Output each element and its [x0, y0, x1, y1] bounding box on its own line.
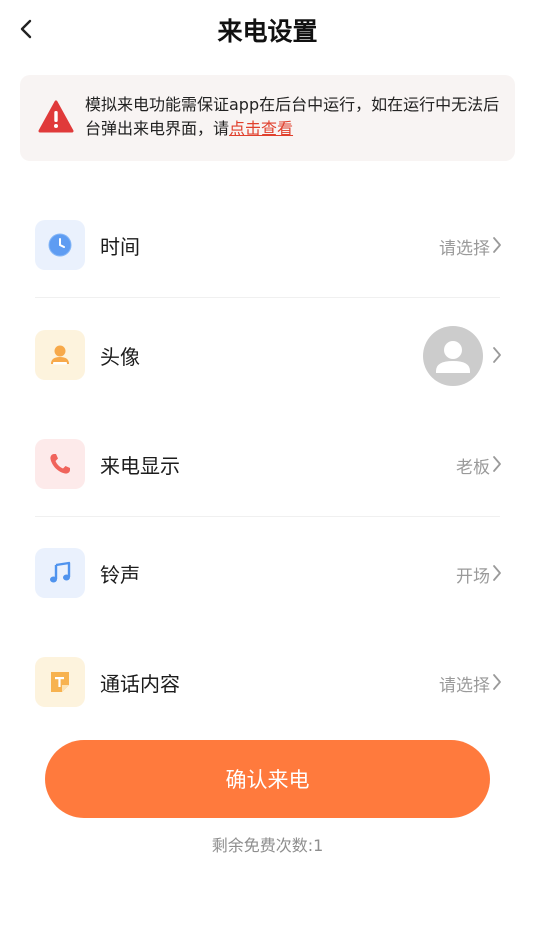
row-avatar[interactable]: 头像 [0, 300, 535, 408]
notice-link[interactable]: 点击查看 [229, 119, 293, 138]
clock-icon [35, 220, 85, 270]
row-time[interactable]: 时间 请选择 [0, 190, 535, 298]
row-label: 来电显示 [100, 454, 180, 478]
chevron-right-icon [491, 235, 503, 259]
row-caller-display[interactable]: 来电显示 老板 [0, 409, 535, 517]
music-note-icon [35, 548, 85, 598]
row-label: 头像 [100, 345, 140, 369]
page-title: 来电设置 [217, 17, 318, 46]
default-avatar-icon [436, 341, 470, 373]
row-label: 铃声 [100, 563, 140, 587]
notice-banner: 模拟来电功能需保证app在后台中运行，如在运行中无法后台弹出来电界面，请点击查看 [20, 75, 515, 161]
divider [35, 297, 500, 298]
warning-icon [38, 100, 74, 138]
person-icon [35, 330, 85, 380]
confirm-call-button[interactable]: 确认来电 [45, 740, 490, 818]
remaining-free-count: 剩余免费次数:1 [211, 836, 324, 855]
top-bar: 来电设置 [0, 0, 535, 58]
row-label: 时间 [100, 235, 140, 259]
divider [35, 516, 500, 517]
phone-icon [35, 439, 85, 489]
row-value: 老板 [456, 458, 490, 478]
chevron-right-icon [491, 672, 503, 696]
row-value: 请选择 [439, 676, 490, 696]
row-label: 通话内容 [100, 672, 180, 696]
row-value: 开场 [456, 567, 490, 587]
notice-text: 模拟来电功能需保证app在后台中运行，如在运行中无法后台弹出来电界面，请点击查看 [85, 93, 505, 141]
row-ringtone[interactable]: 铃声 开场 [0, 518, 535, 626]
avatar[interactable] [423, 326, 483, 386]
text-document-icon [35, 657, 85, 707]
row-call-content[interactable]: 通话内容 请选择 [0, 627, 535, 735]
chevron-right-icon [491, 345, 503, 369]
chevron-right-icon [491, 563, 503, 587]
row-value: 请选择 [439, 239, 490, 259]
chevron-right-icon [491, 454, 503, 478]
